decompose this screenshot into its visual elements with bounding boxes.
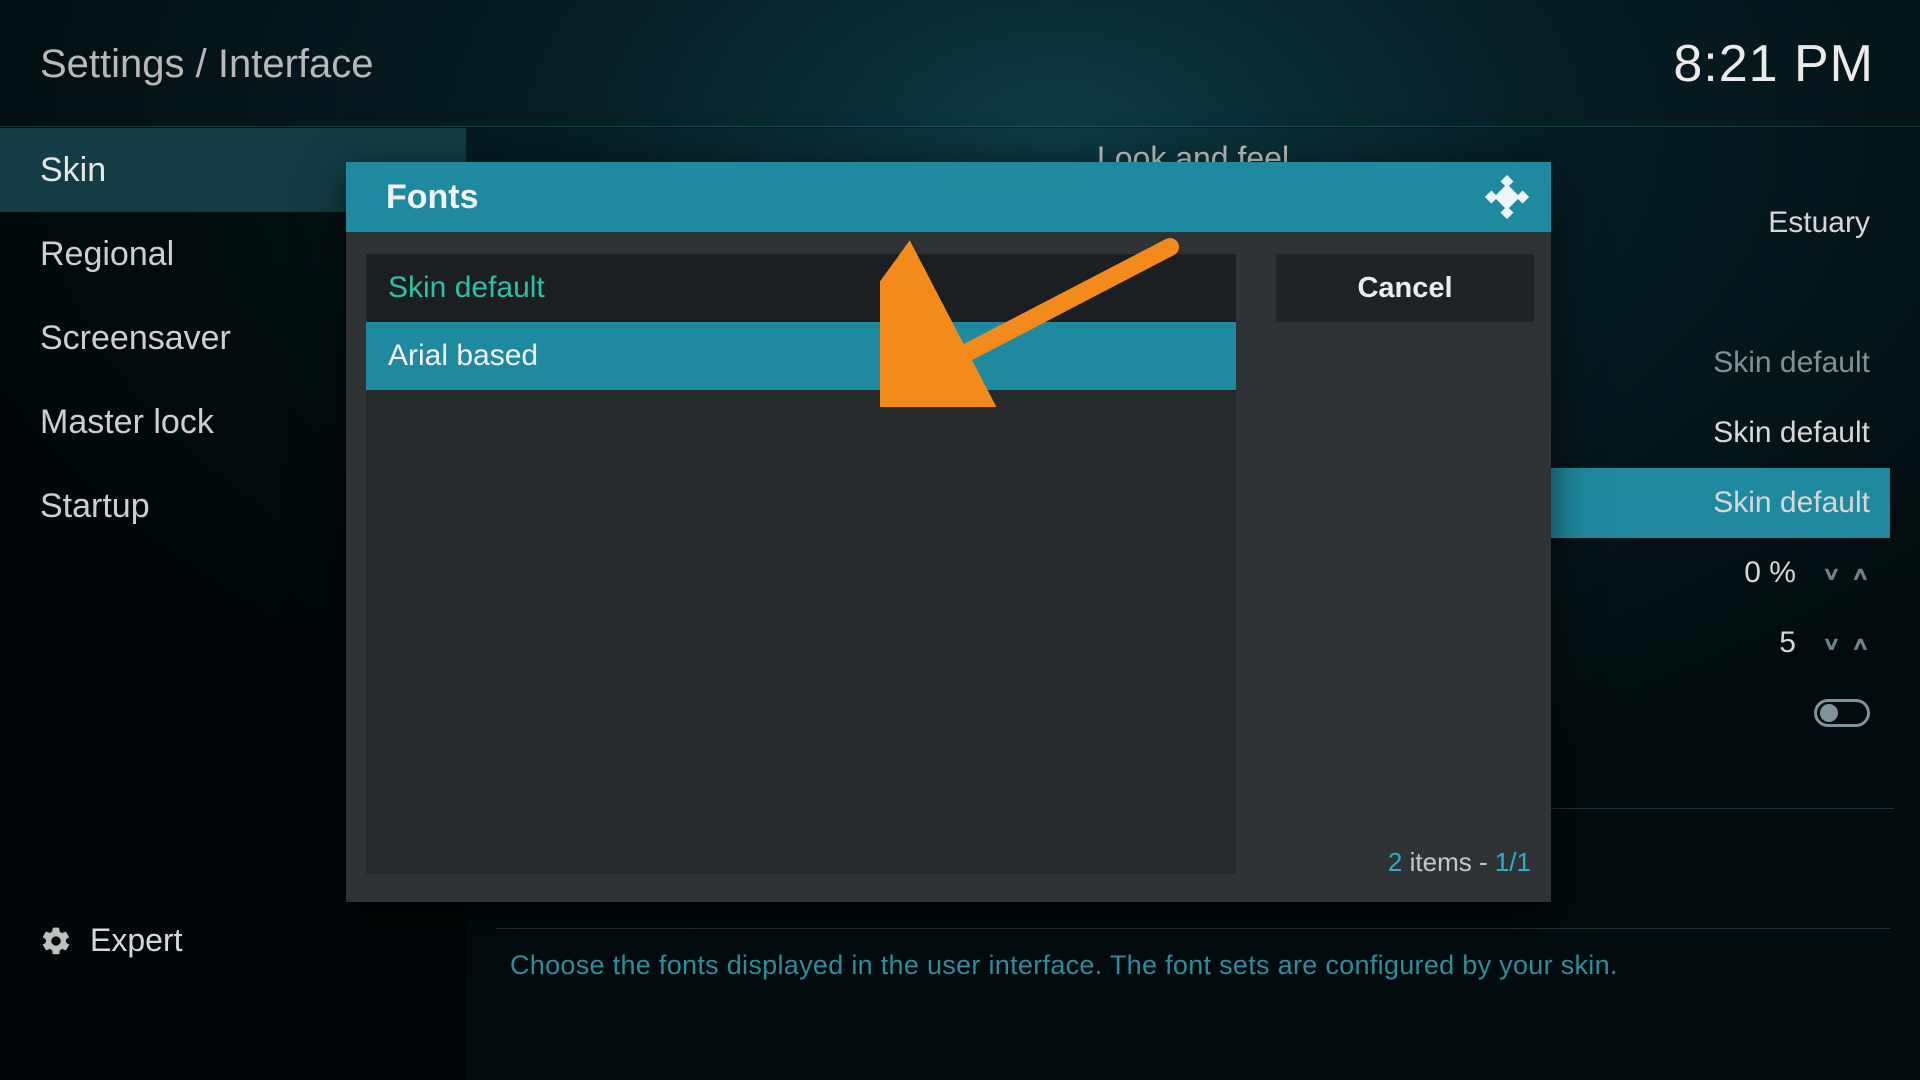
setting-value: Skin default xyxy=(1713,486,1870,520)
settings-level-label: Expert xyxy=(90,922,182,959)
help-divider xyxy=(496,928,1890,929)
clock: 8:21 PM xyxy=(1673,34,1874,94)
font-option-list: Skin default Arial based xyxy=(366,254,1236,874)
item-count-page: 1/1 xyxy=(1495,847,1531,877)
gear-icon xyxy=(40,925,72,957)
stepper-icon[interactable]: ∨∧ xyxy=(1822,628,1870,659)
dialog-titlebar: Fonts xyxy=(346,162,1551,232)
settings-level-selector[interactable]: Expert xyxy=(0,922,466,959)
setting-value: Skin default xyxy=(1713,346,1870,380)
sidebar-item-label: Master lock xyxy=(40,403,214,442)
font-option-skin-default[interactable]: Skin default xyxy=(366,254,1236,322)
sidebar-item-label: Regional xyxy=(40,235,174,274)
sidebar-item-label: Startup xyxy=(40,487,150,526)
cancel-button-label: Cancel xyxy=(1357,272,1452,305)
option-label: Arial based xyxy=(388,339,538,373)
toggle-switch[interactable] xyxy=(1814,699,1870,727)
setting-value: Skin default xyxy=(1713,416,1870,450)
setting-value: Estuary xyxy=(1768,206,1870,240)
fonts-selection-dialog: Fonts Skin default Arial based xyxy=(346,162,1551,902)
setting-value: 0 % xyxy=(1744,556,1796,590)
sidebar-item-label: Screensaver xyxy=(40,319,231,358)
stepper-icon[interactable]: ∨∧ xyxy=(1822,558,1870,589)
item-count-number: 2 xyxy=(1388,847,1402,877)
sidebar-item-label: Skin xyxy=(40,151,106,190)
option-label: Skin default xyxy=(388,271,545,305)
kodi-logo-icon xyxy=(1485,175,1529,219)
cancel-button[interactable]: Cancel xyxy=(1276,254,1534,322)
setting-help-text: Choose the fonts displayed in the user i… xyxy=(510,950,1876,981)
breadcrumb: Settings / Interface xyxy=(40,42,374,87)
item-count-word: items - xyxy=(1402,847,1494,877)
setting-value: 5 xyxy=(1779,626,1796,660)
header-divider xyxy=(0,126,1920,127)
dialog-item-count: 2 items - 1/1 xyxy=(1388,847,1531,878)
dialog-title: Fonts xyxy=(386,178,479,217)
font-option-arial-based[interactable]: Arial based xyxy=(366,322,1236,390)
